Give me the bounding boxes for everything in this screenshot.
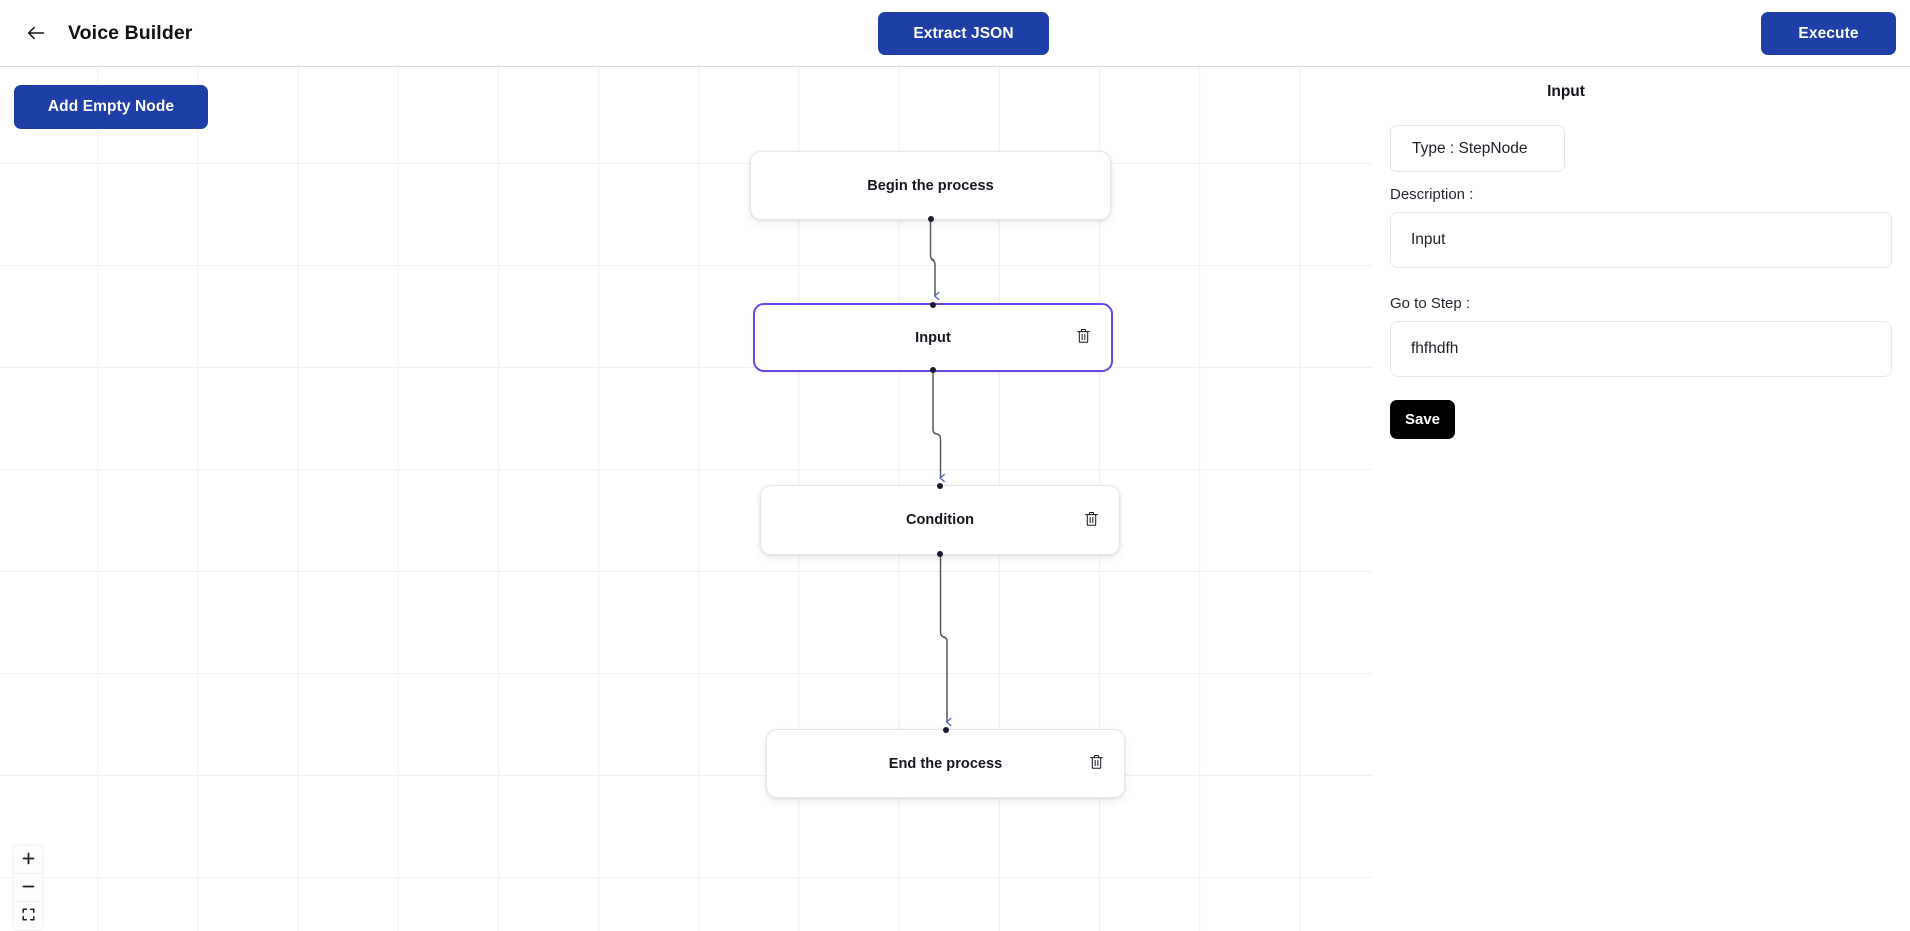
flow-node-label: Input — [915, 330, 951, 346]
delete-node-button[interactable] — [1086, 754, 1106, 774]
execute-button[interactable]: Execute — [1761, 12, 1896, 55]
arrow-left-icon — [25, 22, 47, 44]
node-inspector-panel: Input Type : StepNode Description : Go t… — [1372, 67, 1910, 931]
minus-icon — [22, 880, 35, 896]
panel-title: Input — [1372, 83, 1910, 101]
node-type-chip: Type : StepNode — [1390, 125, 1565, 172]
extract-json-button[interactable]: Extract JSON — [878, 12, 1049, 55]
node-target-handle[interactable] — [943, 727, 949, 733]
edge-input-condition — [933, 372, 941, 478]
top-header-bar: Voice Builder Extract JSON Execute — [0, 0, 1910, 67]
delete-node-button[interactable] — [1081, 510, 1101, 530]
fit-view-button[interactable] — [14, 902, 42, 930]
node-source-handle[interactable] — [928, 216, 934, 222]
edge-start-input — [931, 220, 936, 296]
flow-node-label: End the process — [889, 756, 1003, 772]
plus-icon — [22, 852, 35, 868]
trash-icon — [1089, 754, 1104, 773]
description-input[interactable] — [1390, 212, 1892, 268]
goto-step-label: Go to Step : — [1390, 295, 1892, 312]
trash-icon — [1084, 511, 1099, 530]
flow-node-label: Condition — [906, 512, 974, 528]
node-target-handle[interactable] — [937, 483, 943, 489]
flow-canvas[interactable]: Begin the process Input Condition — [0, 67, 1372, 931]
node-target-handle[interactable] — [930, 302, 936, 308]
edge-condition-end — [941, 555, 948, 722]
zoom-out-button[interactable] — [14, 874, 42, 902]
fit-view-icon — [22, 908, 35, 924]
flow-node-label: Begin the process — [867, 178, 994, 194]
add-empty-node-button[interactable]: Add Empty Node — [14, 85, 208, 129]
flow-node-start[interactable]: Begin the process — [750, 151, 1111, 220]
flow-node-input[interactable]: Input — [753, 303, 1113, 372]
canvas-controls — [14, 846, 42, 930]
goto-step-input[interactable] — [1390, 321, 1892, 377]
flow-node-end[interactable]: End the process — [766, 729, 1125, 798]
back-button[interactable] — [19, 16, 53, 50]
delete-node-button[interactable] — [1073, 328, 1093, 348]
page-title: Voice Builder — [68, 0, 192, 66]
node-source-handle[interactable] — [930, 367, 936, 373]
edges-layer — [0, 67, 1372, 931]
panel-body: Type : StepNode Description : Go to Step… — [1390, 125, 1892, 439]
save-button[interactable]: Save — [1390, 400, 1455, 439]
zoom-in-button[interactable] — [14, 846, 42, 874]
trash-icon — [1076, 328, 1091, 347]
node-source-handle[interactable] — [937, 551, 943, 557]
description-label: Description : — [1390, 186, 1892, 203]
flow-node-condition[interactable]: Condition — [760, 485, 1120, 555]
